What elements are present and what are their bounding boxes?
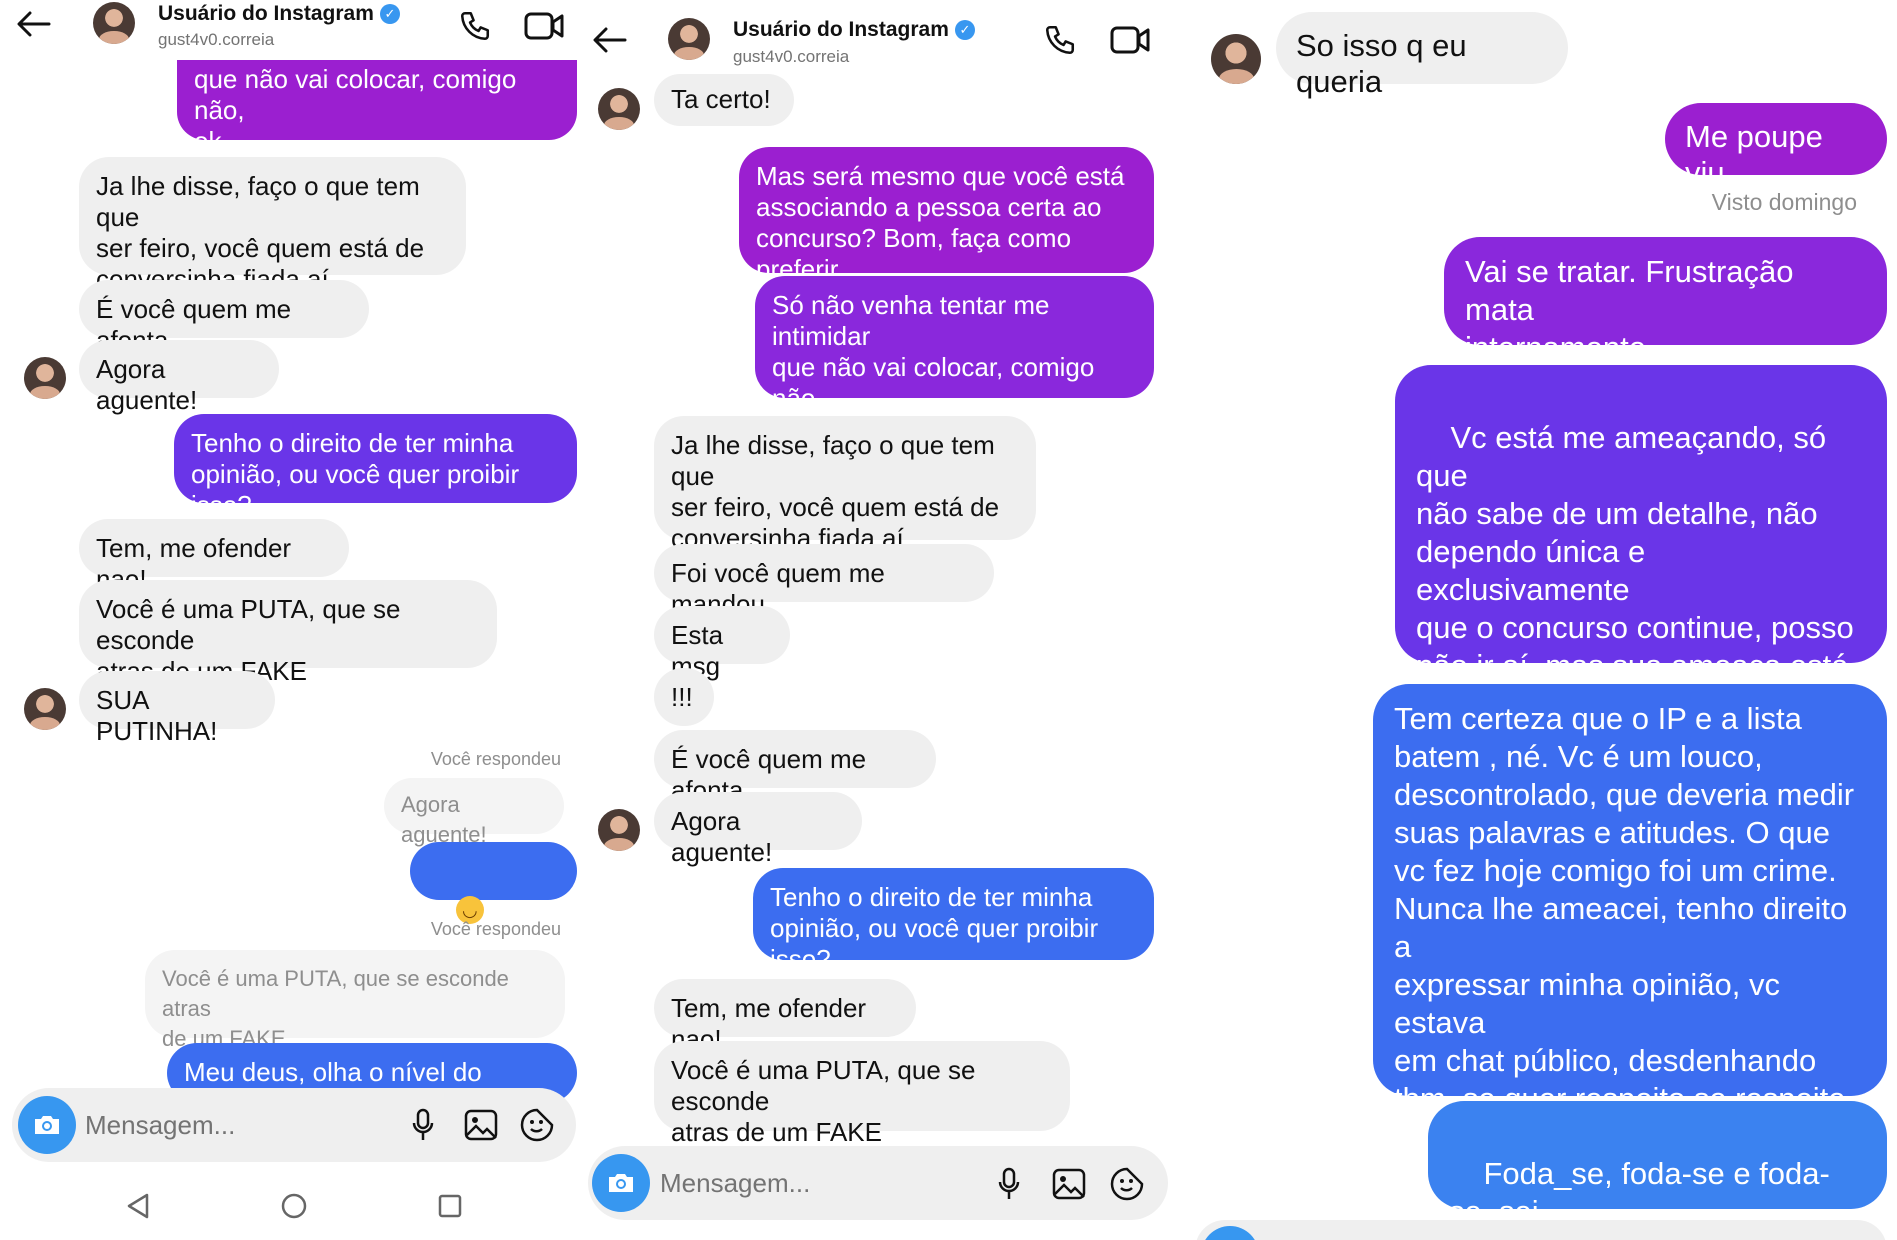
reply-label: Você respondeu: [430, 749, 561, 769]
image-icon[interactable]: [461, 1105, 501, 1145]
microphone-icon[interactable]: [405, 1105, 441, 1145]
phone-icon[interactable]: [455, 6, 495, 46]
camera-icon[interactable]: [592, 1154, 650, 1212]
message-bubble-received[interactable]: !!!: [654, 668, 714, 726]
chat-panel-1: Usuário do Instagram ✓ gust4v0.correia qu…: [0, 0, 580, 1240]
message-bubble-received[interactable]: Foi você quem me mandou: [654, 544, 994, 619]
avatar[interactable]: [598, 88, 640, 130]
back-arrow-icon[interactable]: [590, 20, 630, 60]
avatar[interactable]: [668, 18, 710, 60]
phone-icon[interactable]: [1040, 20, 1080, 60]
video-camera-icon[interactable]: [1108, 20, 1152, 60]
verified-badge-icon: ✓: [379, 4, 400, 24]
seen-status: Visto domingo: [1711, 189, 1857, 215]
back-arrow-icon[interactable]: [14, 4, 54, 44]
sticker-icon[interactable]: [517, 1105, 557, 1145]
message-bubble-received[interactable]: Esta msg: [654, 606, 790, 681]
message-bubble-sent[interactable]: Tenho o direito de ter minha opinião, ou…: [174, 414, 577, 520]
microphone-icon[interactable]: [991, 1164, 1027, 1204]
message-bubble-received[interactable]: Tem, me ofender nao!: [79, 519, 349, 594]
home-nav-icon[interactable]: [276, 1188, 312, 1224]
avatar[interactable]: [598, 809, 640, 851]
message-bubble-received[interactable]: Ja lhe disse, faço o que tem que ser fei…: [79, 157, 466, 294]
message-bubble-sent[interactable]: Me poupe viu: [1665, 103, 1887, 190]
message-bubble-sent[interactable]: Foda_se, foda-se e foda-se..sei amargura…: [1428, 1101, 1887, 1240]
image-icon[interactable]: [1049, 1164, 1089, 1204]
message-bubble-received[interactable]: Você é uma PUTA, que se esconde atras de…: [79, 580, 497, 686]
message-composer[interactable]: [1195, 1220, 1887, 1240]
message-input[interactable]: Mensagem...: [85, 1110, 235, 1141]
message-bubble-received[interactable]: Tem, me ofender nao!: [654, 979, 916, 1054]
message-bubble-received[interactable]: Agora aguente!: [79, 340, 279, 415]
message-bubble-sent[interactable]: Mas será mesmo que você está associando …: [739, 147, 1154, 284]
quoted-message[interactable]: Você é uma PUTA, que se esconde atras de…: [145, 950, 565, 1051]
verified-badge-icon: ✓: [954, 20, 975, 40]
avatar[interactable]: [24, 357, 66, 399]
message-bubble-received[interactable]: Ja lhe disse, faço o que tem que ser fei…: [654, 416, 1036, 553]
header-name[interactable]: Usuário do Instagram ✓: [733, 18, 975, 42]
message-bubble-received[interactable]: Você é uma PUTA, que se esconde atras de…: [654, 1041, 1070, 1147]
back-nav-icon[interactable]: [120, 1188, 156, 1224]
chat-panel-3: So isso q eu queria Me poupe viu Visto d…: [1175, 0, 1897, 1240]
message-bubble-sent[interactable]: Vai se tratar. Frustração mata intername…: [1444, 237, 1887, 365]
recents-nav-icon[interactable]: [432, 1188, 468, 1224]
quoted-message[interactable]: Agora aguente!: [384, 778, 564, 847]
camera-icon[interactable]: [18, 1096, 76, 1154]
video-camera-icon[interactable]: [522, 6, 566, 46]
message-bubble-sent[interactable]: Só não venha tentar me intimidar que não…: [755, 276, 1154, 444]
reply-label: Você respondeu: [430, 919, 561, 939]
message-bubble-sent[interactable]: Tem certeza que o IP e a lista batem , n…: [1373, 684, 1887, 1192]
message-bubble-sent[interactable]: ◡, lembra?: [410, 842, 577, 954]
header-username: gust4v0.correia: [158, 30, 275, 49]
message-bubble-received[interactable]: É você quem me afonta: [79, 280, 369, 355]
message-bubble-received[interactable]: Agora aguente!: [654, 792, 862, 867]
message-bubble-received[interactable]: So isso q eu queria: [1276, 12, 1568, 99]
message-bubble-sent[interactable]: que não vai colocar, comigo não, ok: [177, 60, 577, 156]
message-bubble-received[interactable]: É você quem me afonta: [654, 730, 936, 805]
avatar[interactable]: [93, 2, 135, 44]
chat-panel-2: Usuário do Instagram ✓ gust4v0.correia Ta…: [580, 0, 1175, 1240]
header-username: gust4v0.correia: [733, 47, 850, 66]
avatar[interactable]: [24, 688, 66, 730]
header-name[interactable]: Usuário do Instagram ✓: [158, 2, 400, 26]
message-bubble-received[interactable]: Ta certo!: [654, 74, 794, 126]
message-bubble-sent[interactable]: Vc está me ameaçando, só que não sabe de…: [1395, 365, 1887, 803]
avatar[interactable]: [1211, 34, 1261, 84]
message-input[interactable]: Mensagem...: [660, 1168, 810, 1199]
sticker-icon[interactable]: [1107, 1164, 1147, 1204]
message-bubble-received[interactable]: SUA PUTINHA!: [79, 671, 275, 746]
message-bubble-sent[interactable]: Tenho o direito de ter minha opinião, ou…: [753, 868, 1154, 974]
